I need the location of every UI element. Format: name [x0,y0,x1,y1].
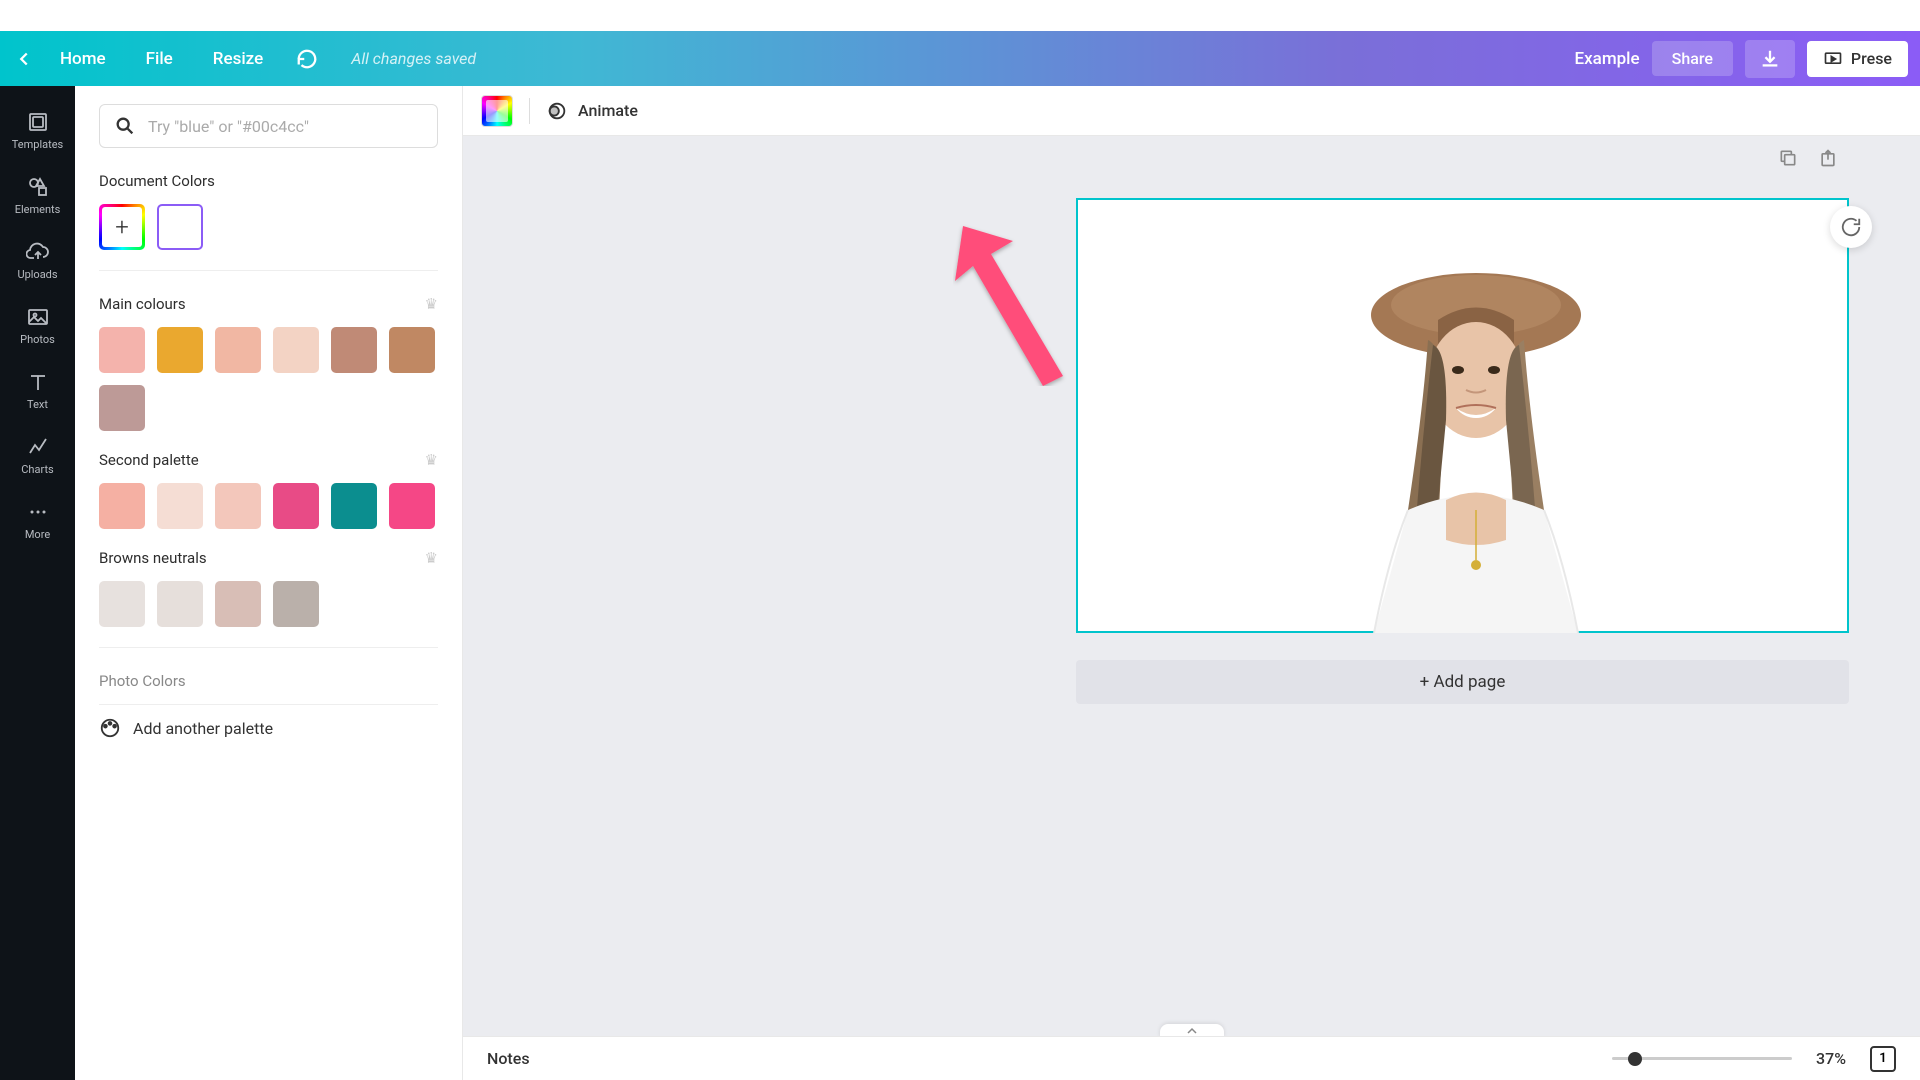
notes-button[interactable]: Notes [487,1049,530,1068]
color-swatch[interactable] [99,385,145,431]
sidebar-item-label: More [25,528,50,541]
color-swatch[interactable] [99,581,145,627]
zoom-slider[interactable] [1612,1057,1792,1060]
add-palette-button[interactable]: Add another palette [99,704,438,751]
color-swatch[interactable] [157,327,203,373]
sidebar-item-label: Templates [12,138,63,151]
color-swatch[interactable] [99,483,145,529]
animate-label: Animate [578,101,638,120]
photo-woman-hat[interactable] [1328,250,1623,633]
main-colours-title: Main colours [99,295,186,313]
canvas-viewport[interactable]: + Add page Notes 37% 1 [463,136,1920,1080]
sidebar-item-label: Uploads [17,268,57,281]
color-swatch[interactable] [389,483,435,529]
present-label: Prese [1851,49,1892,68]
color-swatch[interactable] [99,327,145,373]
color-swatch[interactable] [215,581,261,627]
animate-icon [546,100,568,122]
present-button[interactable]: Prese [1807,41,1908,77]
palette-icon [99,717,121,739]
resize-menu[interactable]: Resize [197,41,279,77]
sidebar-item-text[interactable]: Text [0,358,75,423]
canvas-area: Animate [463,86,1920,1080]
text-icon [26,370,50,394]
back-arrow-icon[interactable] [12,47,36,71]
sidebar-item-photos[interactable]: Photos [0,293,75,358]
photos-icon [26,305,50,329]
save-status: All changes saved [351,49,476,68]
sidebar-item-charts[interactable]: Charts [0,423,75,488]
sidebar-item-label: Charts [21,463,53,476]
second-palette-title: Second palette [99,451,199,469]
add-color-swatch[interactable]: + [99,204,145,250]
zoom-slider-handle[interactable] [1628,1052,1642,1066]
sidebar-item-uploads[interactable]: Uploads [0,228,75,293]
color-swatch[interactable] [273,581,319,627]
more-icon [26,500,50,524]
duplicate-page-icon[interactable] [1778,148,1802,172]
color-swatch[interactable] [157,483,203,529]
sidebar-item-label: Photos [20,333,55,346]
browns-title: Browns neutrals [99,549,207,567]
color-swatch[interactable] [389,327,435,373]
search-icon [114,115,136,137]
zoom-value[interactable]: 37% [1816,1049,1846,1068]
sidebar-item-templates[interactable]: Templates [0,98,75,163]
sidebar-item-more[interactable]: More [0,488,75,553]
top-menu-bar: Home File Resize All changes saved Examp… [0,31,1920,86]
charts-icon [26,435,50,459]
color-swatch[interactable] [215,327,261,373]
crown-icon: ♛ [425,451,438,469]
sidebar-item-elements[interactable]: Elements [0,163,75,228]
design-name[interactable]: Example [1575,49,1640,69]
export-page-icon[interactable] [1818,148,1842,172]
add-page-button[interactable]: + Add page [1076,660,1849,704]
crown-icon: ♛ [425,549,438,567]
undo-icon[interactable] [295,47,319,71]
elements-icon [26,175,50,199]
canvas-page[interactable] [1076,198,1849,633]
add-palette-label: Add another palette [133,719,273,738]
home-menu[interactable]: Home [44,41,122,77]
sidebar-item-label: Text [27,398,48,411]
color-search-input[interactable] [148,117,423,136]
page-count-badge[interactable]: 1 [1870,1046,1896,1072]
animate-button[interactable]: Animate [546,100,638,122]
color-swatch[interactable] [157,581,203,627]
color-panel: Document Colors + Main colours ♛ Second … [75,86,463,1080]
color-swatch[interactable] [273,483,319,529]
bottom-bar: Notes 37% 1 [463,1036,1920,1080]
uploads-icon [26,240,50,264]
canvas-toolbar: Animate [463,86,1920,136]
color-swatch-white[interactable] [157,204,203,250]
photo-colors-title: Photo Colors [99,672,438,690]
background-color-button[interactable] [481,95,513,127]
crown-icon: ♛ [425,295,438,313]
share-button[interactable]: Share [1652,41,1733,76]
templates-icon [26,110,50,134]
file-menu[interactable]: File [130,41,189,77]
sidebar-nav: Templates Elements Uploads Photos Text C… [0,86,75,1080]
color-swatch[interactable] [273,327,319,373]
color-swatch[interactable] [331,327,377,373]
color-search-box[interactable] [99,104,438,148]
regenerate-button[interactable] [1830,206,1872,248]
color-swatch[interactable] [215,483,261,529]
download-button[interactable] [1745,40,1795,78]
sidebar-item-label: Elements [15,203,61,216]
color-swatch[interactable] [331,483,377,529]
document-colors-title: Document Colors [99,172,438,190]
